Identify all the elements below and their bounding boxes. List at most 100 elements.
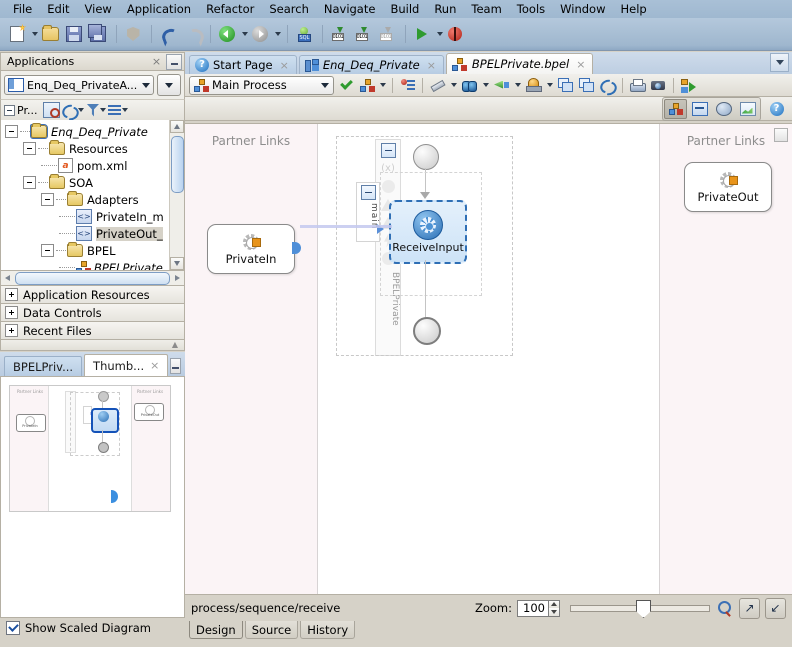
section-application-resources[interactable]: Application Resources (0, 286, 185, 304)
binoculars-icon[interactable] (460, 76, 479, 95)
redo-icon[interactable] (181, 23, 203, 45)
expand-all-icon[interactable] (556, 76, 575, 95)
partner-link-privateout[interactable]: PrivateOut (684, 162, 772, 212)
show-scaled-diagram-row[interactable]: Show Scaled Diagram (0, 618, 185, 638)
tab-list-dropdown-icon[interactable] (770, 53, 789, 72)
menu-tools[interactable]: Tools (510, 1, 552, 17)
tree-row-pom[interactable]: a pom.xml (5, 157, 184, 174)
tab-enq-deq-private[interactable]: Enq_Deq_Private × (298, 55, 444, 74)
view-chart-icon[interactable] (736, 99, 759, 119)
tree-row-privateout[interactable]: <> PrivateOut_ (5, 225, 184, 242)
partner-link-privatein[interactable]: PrivateIn (207, 224, 295, 274)
scroll-thumb-horizontal[interactable] (15, 271, 170, 285)
zoom-stepper[interactable] (549, 599, 560, 617)
collapse-box-icon[interactable] (360, 185, 376, 200)
minimize-icon[interactable] (166, 53, 182, 70)
print-icon[interactable] (628, 76, 647, 95)
zoom-slider-knob[interactable] (636, 600, 651, 618)
shield-icon[interactable] (122, 23, 144, 45)
tab-history[interactable]: History (300, 621, 356, 639)
tab-bpelprivate[interactable]: BPELPriv... (4, 356, 83, 376)
scroll-left-icon[interactable] (1, 272, 14, 284)
menu-search[interactable]: Search (262, 1, 316, 17)
close-icon[interactable]: × (150, 359, 159, 372)
tree-refresh-button[interactable] (62, 104, 85, 117)
section-recent-files[interactable]: Recent Files (0, 322, 185, 340)
forward-dropdown-icon[interactable] (273, 23, 282, 45)
new-file-dropdown-icon[interactable] (30, 23, 39, 45)
undo-icon[interactable] (157, 23, 179, 45)
tree-row-bpelprivate[interactable]: BPELPrivate (5, 259, 184, 270)
canvas-scroll-corner[interactable] (774, 128, 788, 142)
wrench-dropdown-icon[interactable] (449, 74, 458, 96)
process-start-node[interactable] (413, 144, 439, 170)
sql-icon[interactable] (293, 23, 315, 45)
projects-selector[interactable]: Pr... (4, 104, 37, 117)
rebuild-icon[interactable] (352, 23, 374, 45)
menu-window[interactable]: Window (553, 1, 612, 17)
menu-application[interactable]: Application (120, 1, 198, 17)
process-end-node[interactable] (413, 317, 441, 345)
back-icon[interactable] (216, 23, 238, 45)
export-process-icon[interactable] (679, 76, 698, 95)
expander-icon[interactable] (5, 288, 18, 301)
bpel-design-canvas[interactable]: Partner Links PrivateIn (x) BPELPrivate (185, 123, 792, 629)
menu-run[interactable]: Run (427, 1, 463, 17)
compile-icon[interactable] (328, 23, 350, 45)
back-dropdown-icon[interactable] (240, 23, 249, 45)
menu-file[interactable]: File (6, 1, 39, 17)
zoom-input[interactable]: 100 (517, 599, 549, 617)
view-bpel-icon[interactable] (664, 98, 687, 119)
view-globe-icon[interactable] (712, 99, 735, 119)
close-icon[interactable]: × (280, 59, 289, 72)
zoom-slider[interactable] (570, 600, 710, 618)
thumbnail-view[interactable]: Partner Links Partner Links PrivateIn Pr… (0, 376, 185, 618)
open-file-icon[interactable] (39, 23, 61, 45)
menu-refactor[interactable]: Refactor (199, 1, 261, 17)
expander-icon[interactable] (23, 176, 36, 189)
tab-bpelprivate-bpel[interactable]: BPELPrivate.bpel × (445, 53, 594, 74)
wrench-icon[interactable] (428, 76, 447, 95)
menu-help[interactable]: Help (613, 1, 653, 17)
help-icon[interactable]: ? (767, 99, 786, 118)
tree-search-button[interactable] (43, 102, 61, 118)
panel-splitter[interactable]: ▲ (0, 340, 185, 351)
run-dropdown-icon[interactable] (435, 23, 444, 45)
view-monitor-icon[interactable] (688, 99, 711, 119)
save-icon[interactable] (63, 23, 85, 45)
spray-dropdown-icon[interactable] (513, 74, 522, 96)
expander-icon[interactable] (5, 306, 18, 319)
binoculars-dropdown-icon[interactable] (481, 74, 490, 96)
zoom-stepper-down[interactable] (549, 608, 559, 616)
tree-horizontal-scrollbar[interactable] (0, 271, 185, 286)
expander-icon[interactable] (5, 125, 18, 138)
expander-icon[interactable] (5, 324, 18, 337)
scroll-down-icon[interactable] (170, 257, 184, 270)
tree-row-soa[interactable]: SOA (5, 174, 184, 191)
breakpoint-icon[interactable] (398, 76, 417, 95)
zoom-stepper-up[interactable] (549, 600, 559, 608)
stamp-icon[interactable] (524, 76, 543, 95)
menu-edit[interactable]: Edit (40, 1, 76, 17)
zoom-select-icon[interactable] (715, 599, 734, 618)
close-icon[interactable]: × (576, 58, 585, 71)
tree-row-resources[interactable]: Resources (5, 140, 184, 157)
menu-view[interactable]: View (78, 1, 119, 17)
expander-icon[interactable] (23, 142, 36, 155)
tree-row-bpel-folder[interactable]: BPEL (5, 242, 184, 259)
application-menu-button[interactable] (157, 74, 181, 96)
tree-row-project[interactable]: Enq_Deq_Private (5, 123, 184, 140)
scroll-right-icon[interactable] (171, 272, 184, 284)
tree-vertical-scrollbar[interactable] (169, 120, 184, 270)
section-data-controls[interactable]: Data Controls (0, 304, 185, 322)
scroll-thumb[interactable] (171, 136, 184, 193)
tree-row-privatein[interactable]: <> PrivateIn_m (5, 208, 184, 225)
menu-navigate[interactable]: Navigate (317, 1, 383, 17)
project-tree[interactable]: Enq_Deq_Private Resources a pom.xml SOA … (0, 120, 185, 271)
stamp-dropdown-icon[interactable] (545, 74, 554, 96)
tree-options-button[interactable] (108, 104, 129, 116)
tab-source[interactable]: Source (244, 621, 299, 639)
tab-thumbnail[interactable]: Thumb... × (84, 354, 169, 376)
new-file-icon[interactable] (6, 23, 28, 45)
process-dropdown-icon[interactable] (378, 74, 387, 96)
